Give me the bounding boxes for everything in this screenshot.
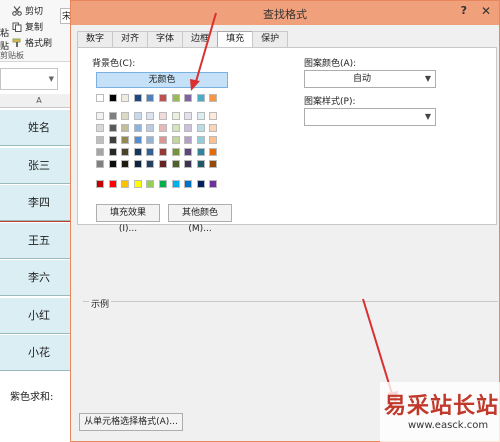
purple-sum-label: 紫色求和:: [10, 392, 54, 403]
paste-label[interactable]: 粘贴: [0, 26, 10, 52]
cell-a5[interactable]: 李六: [0, 260, 78, 296]
brush-icon: [12, 38, 22, 48]
cut-label: 剪切: [25, 7, 44, 17]
ribbon-clipboard-group: 剪切 复制 格式刷 粘贴 剪贴板 宋: [0, 0, 80, 62]
watermark-url: www.easck.com: [408, 420, 489, 431]
annotation-arrow-top: [194, 12, 217, 86]
cell-a6[interactable]: 小红: [0, 297, 78, 334]
scissors-icon: [12, 5, 22, 16]
copy-button[interactable]: 复制: [12, 20, 43, 33]
annotation-arrowhead-top: [190, 79, 200, 91]
cell-a3[interactable]: 李四: [0, 185, 78, 221]
copy-label: 复制: [25, 23, 44, 33]
column-header-a[interactable]: A: [0, 94, 78, 108]
clipboard-group-label: 剪贴板: [0, 51, 24, 60]
find-format-dialog: 查找格式 ? ✕ 数字 对齐 字体 边框 填充 保护 背景色(C): 无颜色 填…: [70, 0, 500, 442]
chevron-down-icon: ▼: [48, 75, 54, 83]
watermark-text: 易采站长站: [384, 393, 500, 419]
copy-icon: [12, 22, 22, 32]
cell-a4[interactable]: 王五: [0, 222, 78, 259]
cut-button[interactable]: 剪切: [12, 4, 43, 17]
cell-a7[interactable]: 小花: [0, 335, 78, 371]
annotation-arrows: [190, 12, 398, 403]
name-box[interactable]: ▼: [0, 68, 58, 90]
format-painter-button[interactable]: 格式刷: [12, 36, 52, 49]
format-painter-label: 格式刷: [25, 39, 53, 49]
cell-a1[interactable]: 姓名: [0, 110, 78, 146]
cell-a2[interactable]: 张三: [0, 147, 78, 184]
watermark: 易采站长站 www.easck.com: [380, 382, 500, 442]
